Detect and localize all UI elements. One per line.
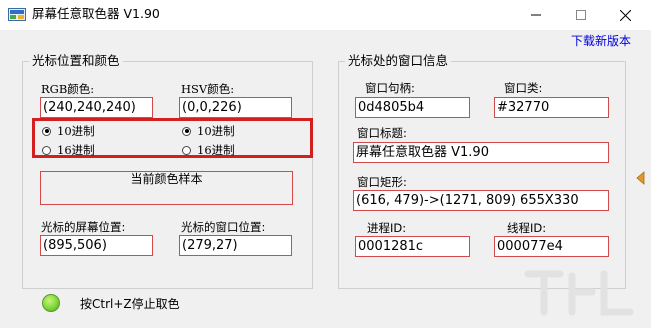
hsv-label: HSV颜色: [181, 82, 235, 96]
screen-position-label: 光标的屏幕位置: [41, 220, 126, 234]
window-caption-field[interactable]: 屏幕任意取色器 V1.90 [353, 142, 609, 163]
close-icon [620, 9, 631, 21]
download-new-version-link[interactable]: 下载新版本 [571, 32, 631, 49]
screen-position-field[interactable]: (895,506) [40, 235, 153, 256]
window-position-field[interactable]: (279,27) [179, 235, 292, 256]
color-sample-label: 当前颜色样本 [130, 172, 203, 186]
watermark-logo [524, 270, 634, 316]
thread-id-field[interactable]: 000077e4 [494, 236, 609, 257]
title-bar: 屏幕任意取色器 V1.90 [0, 0, 651, 30]
stop-picking-hint: 按Ctrl+Z停止取色 [80, 297, 180, 311]
minimize-button[interactable] [513, 0, 558, 30]
color-group-title: 光标位置和颜色 [29, 53, 123, 69]
hsv-value-field[interactable]: (0,0,226) [179, 97, 292, 118]
rgb-label: RGB颜色: [41, 82, 95, 96]
window-handle-field[interactable]: 0d4805b4 [355, 97, 470, 118]
rgb-hex-radio[interactable]: 16进制 [42, 142, 95, 158]
window-info-group-title: 光标处的窗口信息 [345, 53, 452, 69]
window-class-field[interactable]: #32770 [494, 97, 609, 118]
close-button[interactable] [603, 0, 648, 30]
radio-selected-indicator [182, 126, 191, 136]
radio-selected-indicator [42, 126, 51, 136]
thread-id-label: 线程ID: [507, 221, 547, 235]
color-picker-app-icon [8, 8, 26, 21]
rgb-decimal-radio[interactable]: 10进制 [42, 123, 95, 139]
window-rect-field[interactable]: (616, 479)->(1271, 809) 655X330 [353, 190, 609, 211]
rgb-hex-label: 16进制 [57, 143, 95, 157]
window-rect-label: 窗口矩形: [357, 175, 407, 189]
radio-unselected-indicator [42, 145, 51, 155]
maximize-button[interactable] [558, 0, 603, 30]
window-position-label: 光标的窗口位置: [181, 220, 266, 234]
minimize-icon [530, 14, 541, 16]
hsv-decimal-label: 10进制 [197, 124, 235, 138]
hsv-hex-radio[interactable]: 16进制 [182, 142, 235, 158]
rgb-value-field[interactable]: (240,240,240) [40, 97, 153, 118]
process-id-label: 进程ID: [367, 221, 407, 235]
window-title: 屏幕任意取色器 V1.90 [32, 6, 160, 21]
window-class-label: 窗口类: [504, 81, 543, 95]
hsv-hex-label: 16进制 [197, 143, 235, 157]
maximize-icon [575, 10, 586, 20]
collapse-arrow-icon[interactable] [636, 171, 645, 185]
process-id-field[interactable]: 0001281c [355, 236, 470, 257]
hsv-decimal-radio[interactable]: 10进制 [182, 123, 235, 139]
window-caption-label: 窗口标题: [357, 126, 407, 140]
status-indicator-led [42, 294, 60, 312]
rgb-decimal-label: 10进制 [57, 124, 95, 138]
window-handle-label: 窗口句柄: [365, 81, 415, 95]
radio-unselected-indicator [182, 145, 191, 155]
